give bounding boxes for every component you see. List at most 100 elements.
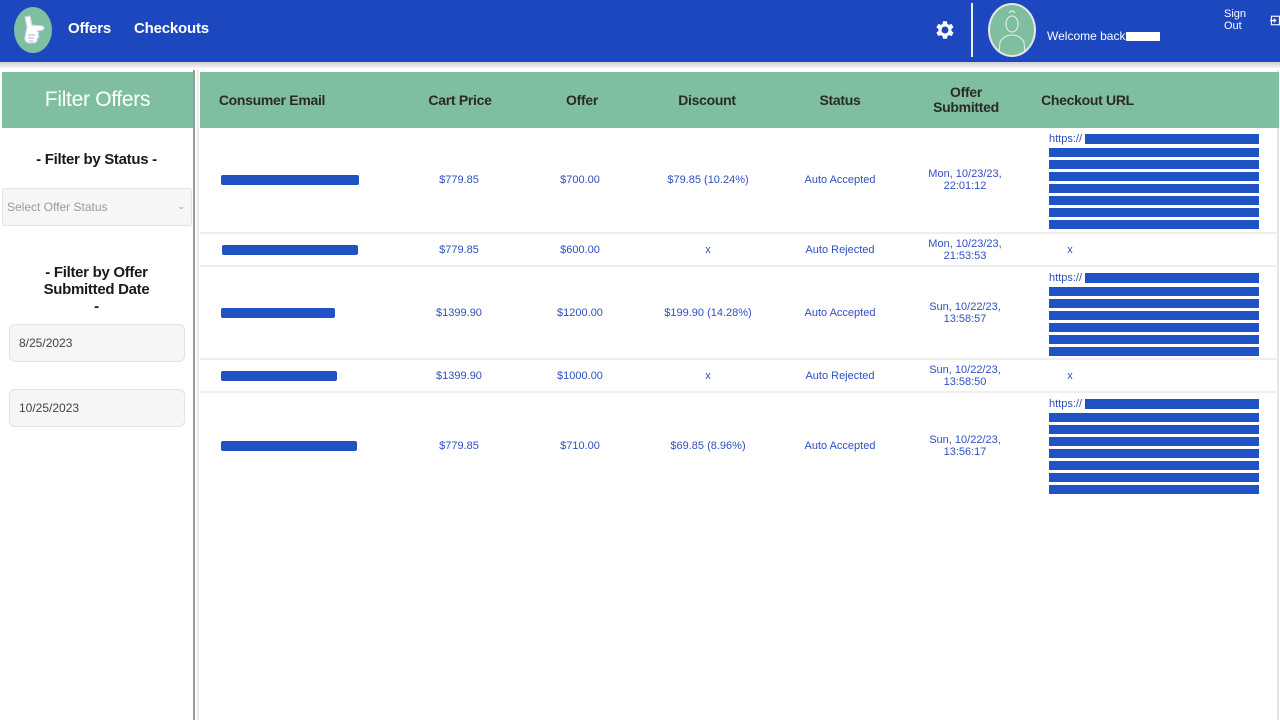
checkout-url-link[interactable]: https://	[1049, 398, 1261, 494]
url-redacted	[1049, 425, 1259, 434]
col-cart-price[interactable]: Cart Price	[400, 72, 520, 128]
url-prefix: https://	[1049, 272, 1261, 284]
col-status[interactable]: Status	[780, 72, 900, 128]
table-row[interactable]: $779.85 $710.00 $69.85 (8.96%) Auto Acce…	[200, 393, 1279, 498]
submitted-date: Sun, 10/22/23,	[929, 433, 1001, 446]
status-cell: Auto Accepted	[804, 306, 876, 319]
submitted-time: 13:58:50	[943, 375, 987, 388]
url-redacted	[1049, 311, 1259, 320]
url-redacted	[1049, 299, 1259, 308]
submitted-date: Sun, 10/22/23,	[929, 363, 1001, 376]
cart-price-cell: $1399.90	[436, 306, 482, 319]
col-offer-submitted[interactable]: Offer Submitted	[925, 72, 1007, 128]
checkout-url-link[interactable]: https://	[1049, 133, 1261, 229]
logo-icon[interactable]	[14, 7, 52, 53]
table-row[interactable]: $779.85 $700.00 $79.85 (10.24%) Auto Acc…	[200, 128, 1279, 234]
sign-out-label: Sign Out	[1224, 8, 1247, 32]
offer-cell: $1000.00	[557, 369, 603, 382]
discount-cell: $79.85 (10.24%)	[667, 174, 749, 186]
url-redacted	[1085, 134, 1259, 144]
date-from-input[interactable]: 8/25/2023	[9, 324, 185, 362]
submitted-cell: Mon, 10/23/23, 22:01:12	[915, 128, 1015, 232]
submitted-date: Mon, 10/23/23,	[928, 168, 1002, 180]
email-cell	[220, 360, 338, 391]
url-redacted	[1049, 160, 1259, 169]
col-consumer-email[interactable]: Consumer Email	[200, 72, 342, 128]
email-cell	[220, 128, 360, 232]
url-redacted	[1049, 172, 1259, 181]
url-prefix-text: https://	[1049, 398, 1083, 410]
thumbs-up-hand-icon	[24, 15, 45, 44]
date-to-input[interactable]: 10/25/2023	[9, 389, 185, 427]
gear-icon[interactable]	[933, 18, 957, 42]
cart-price-cell: $779.85	[439, 243, 479, 256]
submitted-time: 21:53:53	[943, 249, 987, 262]
url-redacted	[1049, 413, 1259, 422]
email-cell	[220, 267, 336, 358]
filter-by-status-heading: - Filter by Status -	[36, 151, 157, 168]
email-redacted	[222, 244, 358, 255]
url-redacted	[1049, 196, 1259, 205]
filter-by-date-text: - Filter by Offer Submitted Date -	[43, 264, 150, 315]
cart-price-cell: $779.85	[439, 174, 479, 186]
url-redacted	[1085, 399, 1259, 409]
url-redacted	[1049, 184, 1259, 193]
email-cell	[220, 234, 360, 265]
welcome-message: Welcome back	[1047, 29, 1161, 43]
avatar[interactable]	[988, 3, 1036, 57]
email-cell	[220, 393, 358, 498]
offer-cell: $600.00	[560, 243, 600, 256]
table-row[interactable]: $779.85 $600.00 x Auto Rejected Mon, 10/…	[200, 234, 1279, 267]
sign-out-button[interactable]: Sign Out	[1224, 8, 1280, 32]
cart-price-cell: $779.85	[439, 439, 479, 452]
url-redacted	[1049, 449, 1259, 458]
url-prefix-text: https://	[1049, 133, 1083, 145]
offer-cell: $700.00	[560, 174, 600, 186]
url-redacted	[1049, 323, 1259, 332]
cart-price-cell: $1399.90	[436, 369, 482, 382]
nav-offers[interactable]: Offers	[68, 20, 111, 37]
table-row[interactable]: $1399.90 $1000.00 x Auto Rejected Sun, 1…	[200, 360, 1279, 393]
checkout-url-cell: x	[1067, 369, 1073, 382]
user-avatar-icon	[998, 10, 1026, 55]
top-navbar: Offers Checkouts Welcome back Sign Out	[0, 0, 1280, 62]
offer-status-select[interactable]: Select Offer Status ⌄	[2, 188, 192, 226]
submitted-cell: Sun, 10/22/23, 13:58:57	[915, 267, 1015, 358]
checkout-url-link[interactable]: https://	[1049, 272, 1261, 356]
col-discount[interactable]: Discount	[647, 72, 767, 128]
url-redacted	[1049, 485, 1259, 494]
col-offer[interactable]: Offer	[522, 72, 642, 128]
submitted-cell: Sun, 10/22/23, 13:56:17	[915, 393, 1015, 498]
sidebar-title: Filter Offers	[2, 72, 193, 128]
url-prefix-text: https://	[1049, 272, 1083, 284]
url-prefix: https://	[1049, 133, 1261, 145]
chevron-down-icon: ⌄	[177, 201, 185, 211]
submitted-date: Mon, 10/23/23,	[928, 237, 1002, 250]
url-redacted	[1049, 461, 1259, 470]
url-redacted	[1049, 208, 1259, 217]
table-header: Consumer Email Cart Price Offer Discount…	[200, 72, 1279, 128]
url-redacted	[1049, 148, 1259, 157]
email-redacted	[221, 370, 337, 381]
header-divider	[971, 3, 973, 57]
nav-checkouts[interactable]: Checkouts	[134, 20, 209, 37]
email-redacted	[221, 307, 335, 318]
checkout-url-cell: x	[1067, 243, 1073, 256]
table-row[interactable]: $1399.90 $1200.00 $199.90 (14.28%) Auto …	[200, 267, 1279, 360]
submitted-time: 22:01:12	[943, 180, 987, 192]
status-cell: Auto Accepted	[804, 174, 876, 186]
submitted-cell: Mon, 10/23/23, 21:53:53	[915, 234, 1015, 265]
col-checkout-url[interactable]: Checkout URL	[1040, 72, 1135, 128]
status-cell: Auto Rejected	[805, 243, 875, 256]
discount-cell: x	[705, 243, 711, 256]
submitted-time: 13:56:17	[943, 445, 987, 458]
filter-by-date-heading: - Filter by Offer Submitted Date -	[0, 264, 193, 315]
welcome-text: Welcome back	[1047, 29, 1126, 43]
status-cell: Auto Accepted	[804, 439, 876, 452]
sign-out-icon	[1269, 15, 1280, 25]
username-redacted	[1126, 32, 1161, 42]
status-cell: Auto Rejected	[805, 369, 875, 382]
submitted-time: 13:58:57	[943, 312, 987, 325]
discount-cell: $199.90 (14.28%)	[664, 306, 752, 319]
url-redacted	[1049, 287, 1259, 296]
